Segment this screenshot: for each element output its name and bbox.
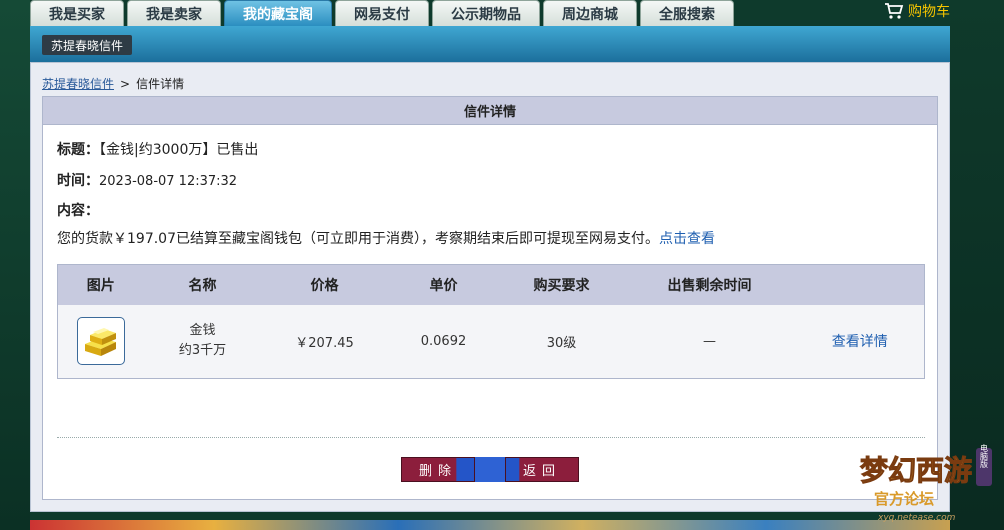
letter-content: 您的货款￥197.07已结算至藏宝阁钱包（可立即用于消费），考察期结束后即可提现… xyxy=(57,228,715,248)
col-unit-price: 单价 xyxy=(387,264,500,305)
breadcrumb-link-user[interactable]: 苏提春晓信件 xyxy=(42,75,114,92)
letter-card-title: 信件详情 xyxy=(43,97,937,125)
main-panel: 苏提春晓信件 > 信件详情 信件详情 标题：【金钱|约3000万】已售出 时间：… xyxy=(30,62,950,512)
cart-icon xyxy=(885,3,904,19)
letter-time-label: 时间： xyxy=(57,173,99,189)
col-name: 名称 xyxy=(143,264,262,305)
tab-netease-pay[interactable]: 网易支付 xyxy=(335,0,429,26)
letter-time-value: 2023-08-07 12:37:32 xyxy=(99,174,238,189)
user-badge[interactable]: 苏提春晓信件 xyxy=(42,35,133,55)
cell-price: ￥207.45 xyxy=(261,304,388,379)
breadcrumb: 苏提春晓信件 > 信件详情 xyxy=(42,75,184,92)
logo-main-text: 梦幻西游 xyxy=(860,454,972,487)
logo-side-text: 电脑版 xyxy=(980,443,989,469)
cell-requirement: 30级 xyxy=(499,304,624,379)
col-remaining-time: 出售剩余时间 xyxy=(623,264,796,305)
tab-my-treasure[interactable]: 我的藏宝阁 xyxy=(224,0,332,26)
back-button[interactable]: 返回 xyxy=(505,457,579,482)
gold-bars-icon xyxy=(84,327,116,356)
item-name: 金钱 xyxy=(189,323,216,339)
game-forum-logo[interactable]: 梦幻西游 官方论坛 xyq.netease.com 电脑版 xyxy=(856,442,996,524)
letter-title-label: 标题： xyxy=(57,142,99,158)
letter-title-value: 【金钱|约3000万】已售出 xyxy=(99,142,259,158)
logo-url-text: xyq.netease.com xyxy=(877,513,956,523)
letter-title: 标题：【金钱|约3000万】已售出 xyxy=(57,139,258,159)
col-price: 价格 xyxy=(261,264,388,305)
col-image: 图片 xyxy=(57,264,144,305)
tab-merch-store[interactable]: 周边商城 xyxy=(543,0,637,26)
letter-content-label: 内容： xyxy=(57,200,99,220)
action-buttons: 删除 返回 xyxy=(401,457,579,482)
logo-sub-text: 官方论坛 xyxy=(874,490,934,508)
cell-remaining-time: — xyxy=(623,304,796,379)
cart-link[interactable]: 购物车 xyxy=(884,0,950,22)
breadcrumb-separator: > xyxy=(120,76,131,91)
cell-image xyxy=(57,304,144,379)
tab-public-items[interactable]: 公示期物品 xyxy=(432,0,540,26)
page-left-background xyxy=(0,0,30,530)
tab-buyer[interactable]: 我是买家 xyxy=(30,0,124,26)
button-spacer xyxy=(475,457,505,482)
item-table-header: 图片 名称 价格 单价 购买要求 出售剩余时间 xyxy=(57,264,925,305)
letter-content-text: 您的货款￥197.07已结算至藏宝阁钱包（可立即用于消费），考察期结束后即可提现… xyxy=(57,231,659,247)
col-requirement: 购买要求 xyxy=(499,264,624,305)
letter-content-link[interactable]: 点击查看 xyxy=(659,231,715,247)
tab-global-search[interactable]: 全服搜索 xyxy=(640,0,734,26)
breadcrumb-current: 信件详情 xyxy=(136,77,185,91)
item-table: 图片 名称 价格 单价 购买要求 出售剩余时间 金钱 约3千万 ￥207.45 … xyxy=(57,264,925,379)
top-navigation: 我是买家 我是卖家 我的藏宝阁 网易支付 公示期物品 周边商城 全服搜索 xyxy=(30,0,734,26)
col-action xyxy=(795,264,925,305)
letter-card: 信件详情 标题：【金钱|约3000万】已售出 时间：2023-08-07 12:… xyxy=(42,96,938,500)
delete-button[interactable]: 删除 xyxy=(401,457,475,482)
view-details-link[interactable]: 查看详情 xyxy=(832,334,888,350)
cell-unit-price: 0.0692 xyxy=(387,304,500,379)
item-amount: 约3千万 xyxy=(178,343,227,359)
letter-time: 时间：2023-08-07 12:37:32 xyxy=(57,170,237,190)
letter-content-label-text: 内容： xyxy=(57,203,99,219)
gold-item-thumbnail[interactable] xyxy=(76,316,125,365)
cart-label: 购物车 xyxy=(908,4,950,20)
table-row: 金钱 约3千万 ￥207.45 0.0692 30级 — 查看详情 xyxy=(57,304,925,379)
tab-seller[interactable]: 我是卖家 xyxy=(127,0,221,26)
cell-name: 金钱 约3千万 xyxy=(143,304,262,379)
bottom-banner-strip xyxy=(30,520,950,530)
cell-action: 查看详情 xyxy=(795,304,925,379)
dotted-divider xyxy=(57,437,925,438)
header-bar: 苏提春晓信件 xyxy=(30,26,950,62)
